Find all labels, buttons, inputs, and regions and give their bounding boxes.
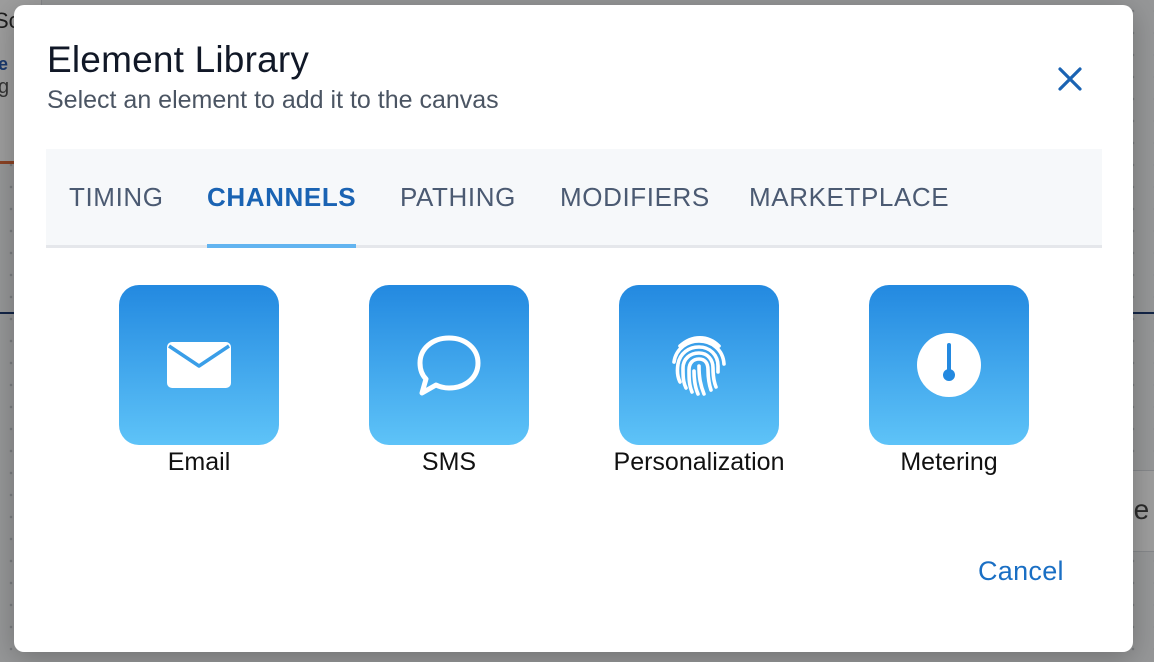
tab-bar: TIMING CHANNELS PATHING MODIFIERS MARKET… [46, 149, 1102, 248]
tab-timing[interactable]: TIMING [69, 149, 164, 245]
element-personalization-label: Personalization [613, 448, 785, 476]
element-metering[interactable]: Metering [854, 285, 1044, 477]
tab-channels[interactable]: CHANNELS [207, 149, 357, 248]
tab-marketplace[interactable]: MARKETPLACE [749, 149, 949, 245]
element-sms-tile[interactable] [369, 285, 529, 445]
element-sms[interactable]: SMS [354, 285, 544, 477]
tab-pathing[interactable]: PATHING [400, 149, 516, 245]
element-metering-label: Metering [900, 448, 998, 476]
cancel-button[interactable]: Cancel [978, 556, 1064, 587]
element-metering-tile[interactable] [869, 285, 1029, 445]
dialog-title: Element Library [47, 39, 310, 80]
envelope-icon [167, 342, 231, 388]
element-email-tile[interactable] [119, 285, 279, 445]
close-icon [1058, 67, 1082, 91]
element-personalization-tile[interactable] [619, 285, 779, 445]
element-sms-label: SMS [421, 448, 477, 476]
tab-modifiers[interactable]: MODIFIERS [560, 149, 710, 245]
element-email[interactable]: Email [104, 285, 294, 477]
dialog-subtitle: Select an element to add it to the canva… [47, 86, 499, 114]
fingerprint-icon [672, 335, 726, 396]
close-button[interactable] [1052, 61, 1088, 97]
gauge-icon [917, 333, 981, 397]
element-library-dialog: Element Library Select an element to add… [14, 5, 1133, 652]
element-email-label: Email [167, 448, 231, 476]
speech-bubble-icon [417, 335, 481, 396]
element-personalization[interactable]: Personalization [604, 285, 794, 477]
